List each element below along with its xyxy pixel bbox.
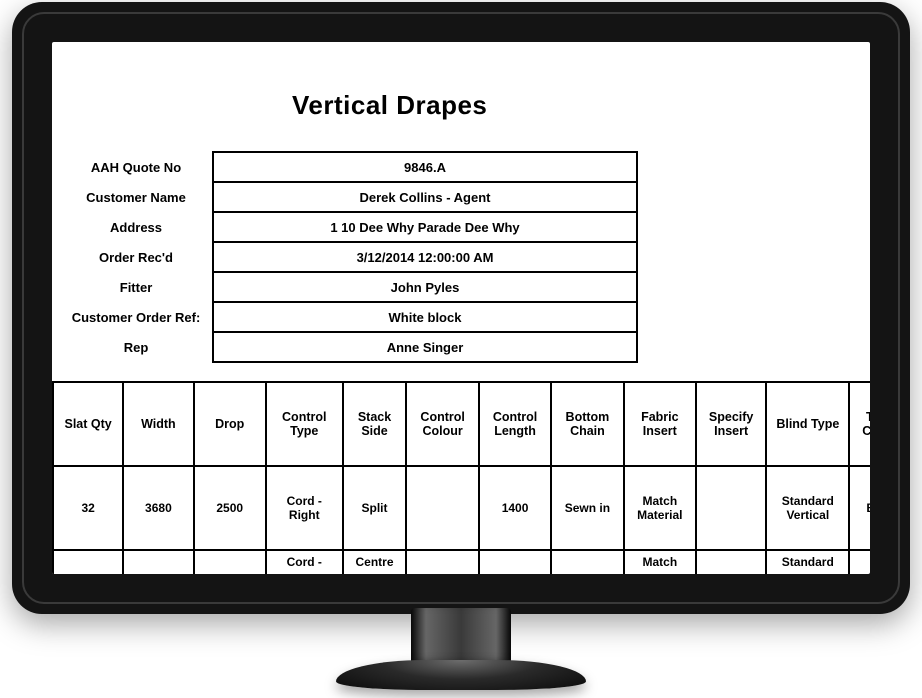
cell-blind-type: Standard Vertical [766,466,849,550]
col-stack-side: Stack Side [343,382,407,466]
col-control-type: Control Type [266,382,343,466]
cell-width [123,550,193,574]
cell-drop [194,550,266,574]
table-row: 32 3680 2500 Cord - Right Split 1400 Sew… [53,466,870,550]
info-label: Address [60,212,213,242]
cell-track-colour [849,550,870,574]
info-row-customer: Customer Name Derek Collins - Agent [60,182,637,212]
col-fabric-insert: Fabric Insert [624,382,696,466]
page-title: Vertical Drapes [292,90,870,121]
col-blind-type: Blind Type [766,382,849,466]
monitor-base [336,660,586,690]
info-row-order-ref: Customer Order Ref: White block [60,302,637,332]
cell-control-colour [406,550,478,574]
cell-track-colour: Black [849,466,870,550]
cell-fabric-insert: Match Material [624,466,696,550]
cell-bottom-chain [551,550,623,574]
info-value: 3/12/2014 12:00:00 AM [213,242,637,272]
info-section: AAH Quote No 9846.A Customer Name Derek … [60,151,870,363]
cell-stack-side: Split [343,466,407,550]
cell-width: 3680 [123,466,193,550]
cell-drop: 2500 [194,466,266,550]
cell-control-colour [406,466,478,550]
info-table: AAH Quote No 9846.A Customer Name Derek … [60,151,638,363]
cell-specify-insert [696,550,766,574]
info-value: John Pyles [213,272,637,302]
info-label: Customer Order Ref: [60,302,213,332]
monitor-frame: Vertical Drapes AAH Quote No 9846.A Cust… [12,2,910,614]
info-row-address: Address 1 10 Dee Why Parade Dee Why [60,212,637,242]
document: Vertical Drapes AAH Quote No 9846.A Cust… [52,42,870,574]
info-value: Derek Collins - Agent [213,182,637,212]
cell-stack-side: Centre [343,550,407,574]
cell-control-type: Cord - [266,550,343,574]
cell-blind-type: Standard [766,550,849,574]
col-width: Width [123,382,193,466]
cell-control-length: 1400 [479,466,551,550]
info-value: White block [213,302,637,332]
info-label: AAH Quote No [60,152,213,182]
cell-specify-insert [696,466,766,550]
cell-fabric-insert: Match [624,550,696,574]
cell-slat-qty: 32 [53,466,123,550]
table-row: Cord - Centre Match Standard [53,550,870,574]
cell-control-type: Cord - Right [266,466,343,550]
col-control-length: Control Length [479,382,551,466]
info-row-rep: Rep Anne Singer [60,332,637,362]
info-row-quote: AAH Quote No 9846.A [60,152,637,182]
screen: Vertical Drapes AAH Quote No 9846.A Cust… [52,42,870,574]
cell-control-length [479,550,551,574]
info-label: Rep [60,332,213,362]
cell-slat-qty [53,550,123,574]
info-label: Fitter [60,272,213,302]
cell-bottom-chain: Sewn in [551,466,623,550]
info-row-fitter: Fitter John Pyles [60,272,637,302]
info-label: Order Rec'd [60,242,213,272]
info-row-order-recd: Order Rec'd 3/12/2014 12:00:00 AM [60,242,637,272]
col-track-colour: Track Colour [849,382,870,466]
info-value: 9846.A [213,152,637,182]
info-value: Anne Singer [213,332,637,362]
info-label: Customer Name [60,182,213,212]
col-drop: Drop [194,382,266,466]
col-bottom-chain: Bottom Chain [551,382,623,466]
info-value: 1 10 Dee Why Parade Dee Why [213,212,637,242]
grid-header-row: Slat Qty Width Drop Control Type Stack S… [53,382,870,466]
col-slat-qty: Slat Qty [53,382,123,466]
data-grid: Slat Qty Width Drop Control Type Stack S… [52,381,870,574]
col-control-colour: Control Colour [406,382,478,466]
col-specify-insert: Specify Insert [696,382,766,466]
stage: Vertical Drapes AAH Quote No 9846.A Cust… [0,0,922,698]
